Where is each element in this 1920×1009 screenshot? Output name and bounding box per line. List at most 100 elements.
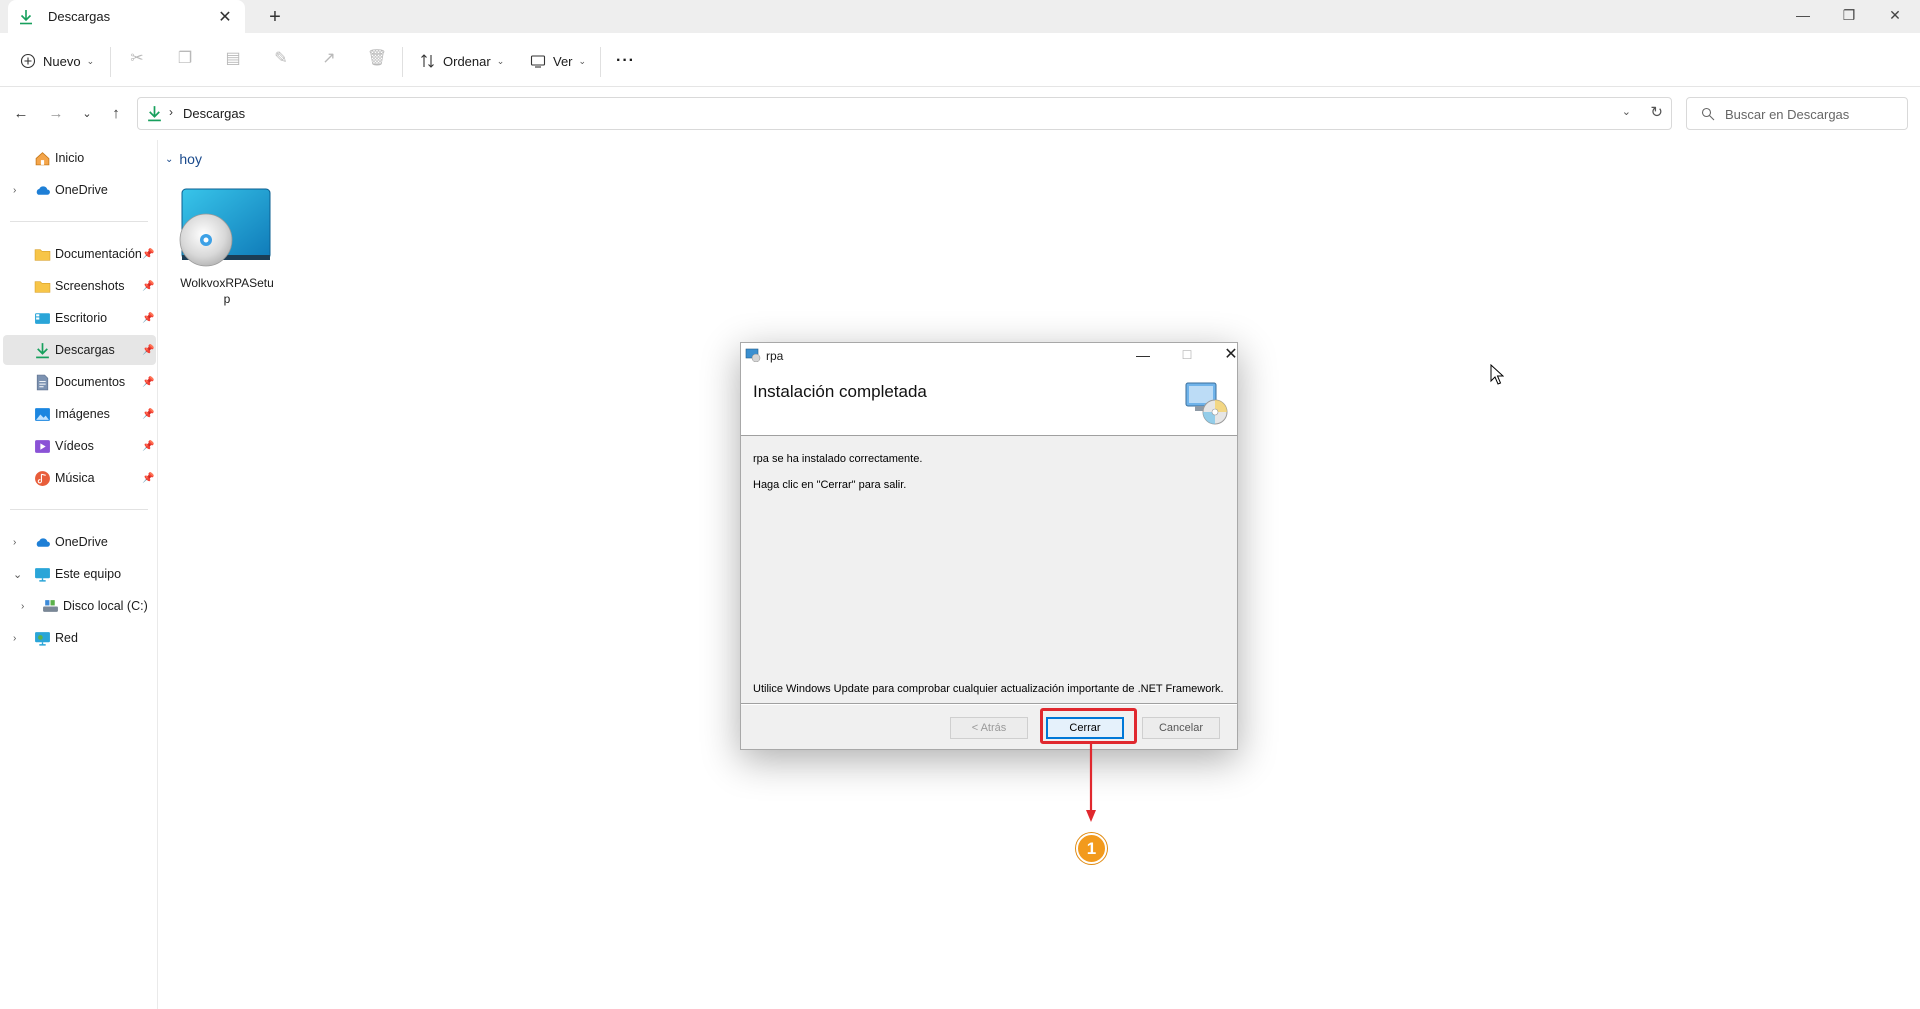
step-badge: 1 <box>1076 833 1107 864</box>
divider <box>741 703 1237 705</box>
cloud-icon <box>36 537 50 547</box>
chevron-right-icon[interactable]: › <box>13 537 16 548</box>
instruction-message: Haga clic en "Cerrar" para salir. <box>753 479 907 491</box>
sidebar-item-red[interactable]: › Red <box>3 623 156 653</box>
music-icon <box>35 470 50 486</box>
breadcrumb-descargas[interactable]: Descargas <box>183 106 245 121</box>
up-arrow-icon[interactable]: ↑ <box>105 103 127 125</box>
sidebar-item-videos[interactable]: Vídeos 📌 <box>3 431 156 461</box>
sidebar-item-label: Inicio <box>55 151 85 165</box>
paste-icon[interactable]: ▤ <box>222 48 244 70</box>
close-window-button[interactable]: ✕ <box>1872 0 1918 33</box>
divider <box>10 509 148 510</box>
sidebar-item-este-equipo[interactable]: ⌄ Este equipo <box>3 559 156 589</box>
sidebar-item-label: Música <box>55 471 95 485</box>
pin-icon: 📌 <box>142 376 155 388</box>
sidebar-item-onedrive[interactable]: › OneDrive <box>3 175 156 205</box>
share-icon[interactable]: ↗ <box>318 48 340 70</box>
sidebar-item-escritorio[interactable]: Escritorio 📌 <box>3 303 156 333</box>
image-icon <box>35 407 50 421</box>
sidebar-item-descargas[interactable]: Descargas 📌 <box>3 335 156 365</box>
minimize-button[interactable]: — <box>1780 0 1826 33</box>
highlight-box <box>1040 708 1137 744</box>
address-bar[interactable]: › Descargas ⌄ ↻ <box>137 97 1672 130</box>
chevron-down-icon[interactable]: ⌄ <box>165 154 173 165</box>
back-arrow-icon[interactable]: ← <box>10 103 32 125</box>
breadcrumb-chevron-icon[interactable]: › <box>169 105 173 119</box>
pin-icon: 📌 <box>142 248 155 260</box>
cut-icon[interactable]: ✂ <box>126 48 148 70</box>
setup-file-icon <box>179 188 271 267</box>
new-tab-button[interactable]: + <box>262 4 288 30</box>
pin-icon: 📌 <box>142 408 155 420</box>
download-icon <box>36 342 49 358</box>
chevron-down-icon[interactable]: ⌄ <box>1622 105 1631 118</box>
sidebar-item-screenshots[interactable]: Screenshots 📌 <box>3 271 156 301</box>
sidebar-item-label: OneDrive <box>55 535 108 549</box>
sidebar-item-inicio[interactable]: Inicio <box>3 143 156 173</box>
sidebar-item-musica[interactable]: Música 📌 <box>3 463 156 493</box>
file-item[interactable]: WolkvoxRPASetup <box>178 185 276 310</box>
search-input[interactable] <box>1725 104 1900 124</box>
sidebar-item-imagenes[interactable]: Imágenes 📌 <box>3 399 156 429</box>
sidebar-item-disco-local[interactable]: › Disco local (C:) <box>3 591 156 621</box>
new-button[interactable]: Nuevo ⌄ <box>20 46 94 76</box>
drive-icon <box>43 599 58 612</box>
sidebar-item-label: Vídeos <box>55 439 94 453</box>
sidebar-item-onedrive-2[interactable]: › OneDrive <box>3 527 156 557</box>
network-icon <box>35 631 50 646</box>
view-button-label: Ver <box>553 53 573 69</box>
tab-close-icon[interactable]: ✕ <box>215 7 235 27</box>
folder-icon <box>34 248 51 261</box>
sidebar-item-documentacion[interactable]: Documentación 📌 <box>3 239 156 269</box>
dialog-close-icon[interactable]: ✕ <box>1211 343 1251 368</box>
pin-icon: 📌 <box>142 312 155 324</box>
chevron-down-icon: ⌄ <box>578 55 587 66</box>
pin-icon: 📌 <box>142 280 155 292</box>
sort-icon <box>421 54 434 68</box>
sort-button-label: Ordenar <box>443 53 491 69</box>
sort-button[interactable]: Ordenar ⌄ <box>420 46 504 76</box>
cancel-button[interactable]: Cancelar <box>1142 717 1220 739</box>
sidebar-item-label: Screenshots <box>55 279 125 293</box>
chevron-down-icon: ⌄ <box>86 55 95 66</box>
forward-arrow-icon[interactable]: → <box>45 103 67 125</box>
installer-app-icon <box>745 348 761 362</box>
sidebar-item-label: Disco local (C:) <box>63 599 148 613</box>
recent-chevron-icon[interactable]: ⌄ <box>76 103 98 125</box>
chevron-right-icon[interactable]: › <box>13 633 16 644</box>
chevron-right-icon[interactable]: › <box>13 185 16 196</box>
copy-icon[interactable]: ❐ <box>174 48 196 70</box>
installer-dialog: rpa — ☐ ✕ Instalación completada rpa se … <box>740 342 1238 750</box>
computer-icon <box>35 567 50 582</box>
delete-icon[interactable]: 🗑 <box>366 48 388 70</box>
update-message: Utilice Windows Update para comprobar cu… <box>753 683 1224 695</box>
new-button-label: Nuevo <box>43 53 81 69</box>
success-message: rpa se ha instalado correctamente. <box>753 453 923 465</box>
sidebar-item-documentos[interactable]: Documentos 📌 <box>3 367 156 397</box>
download-icon <box>148 106 161 122</box>
dialog-minimize-button[interactable]: — <box>1123 343 1163 368</box>
view-icon <box>530 55 546 68</box>
group-header-hoy[interactable]: ⌄ hoy <box>165 151 202 167</box>
pin-icon: 📌 <box>142 440 155 452</box>
back-button[interactable]: < Atrás <box>950 717 1028 739</box>
more-options-button[interactable]: ··· <box>616 46 635 76</box>
restore-button[interactable]: ❐ <box>1826 0 1872 33</box>
navigation-pane: Inicio › OneDrive Documentación 📌 Screen… <box>0 140 158 1009</box>
tab-descargas[interactable]: Descargas ✕ <box>8 0 245 33</box>
group-label: hoy <box>179 151 202 167</box>
view-button[interactable]: Ver ⌄ <box>530 46 586 76</box>
divider <box>110 47 111 77</box>
plus-circle-icon <box>20 53 36 69</box>
search-box[interactable] <box>1686 97 1908 130</box>
title-bar: Descargas ✕ + — ❐ ✕ <box>0 0 1920 33</box>
refresh-icon[interactable]: ↻ <box>1650 103 1663 121</box>
sidebar-item-label: Escritorio <box>55 311 108 325</box>
dialog-maximize-button[interactable]: ☐ <box>1167 343 1207 368</box>
chevron-right-icon[interactable]: › <box>21 601 24 612</box>
sidebar-item-label: Este equipo <box>55 567 122 581</box>
chevron-down-icon[interactable]: ⌄ <box>13 568 22 581</box>
rename-icon[interactable]: ✎ <box>270 48 292 70</box>
desktop-icon <box>35 312 50 324</box>
